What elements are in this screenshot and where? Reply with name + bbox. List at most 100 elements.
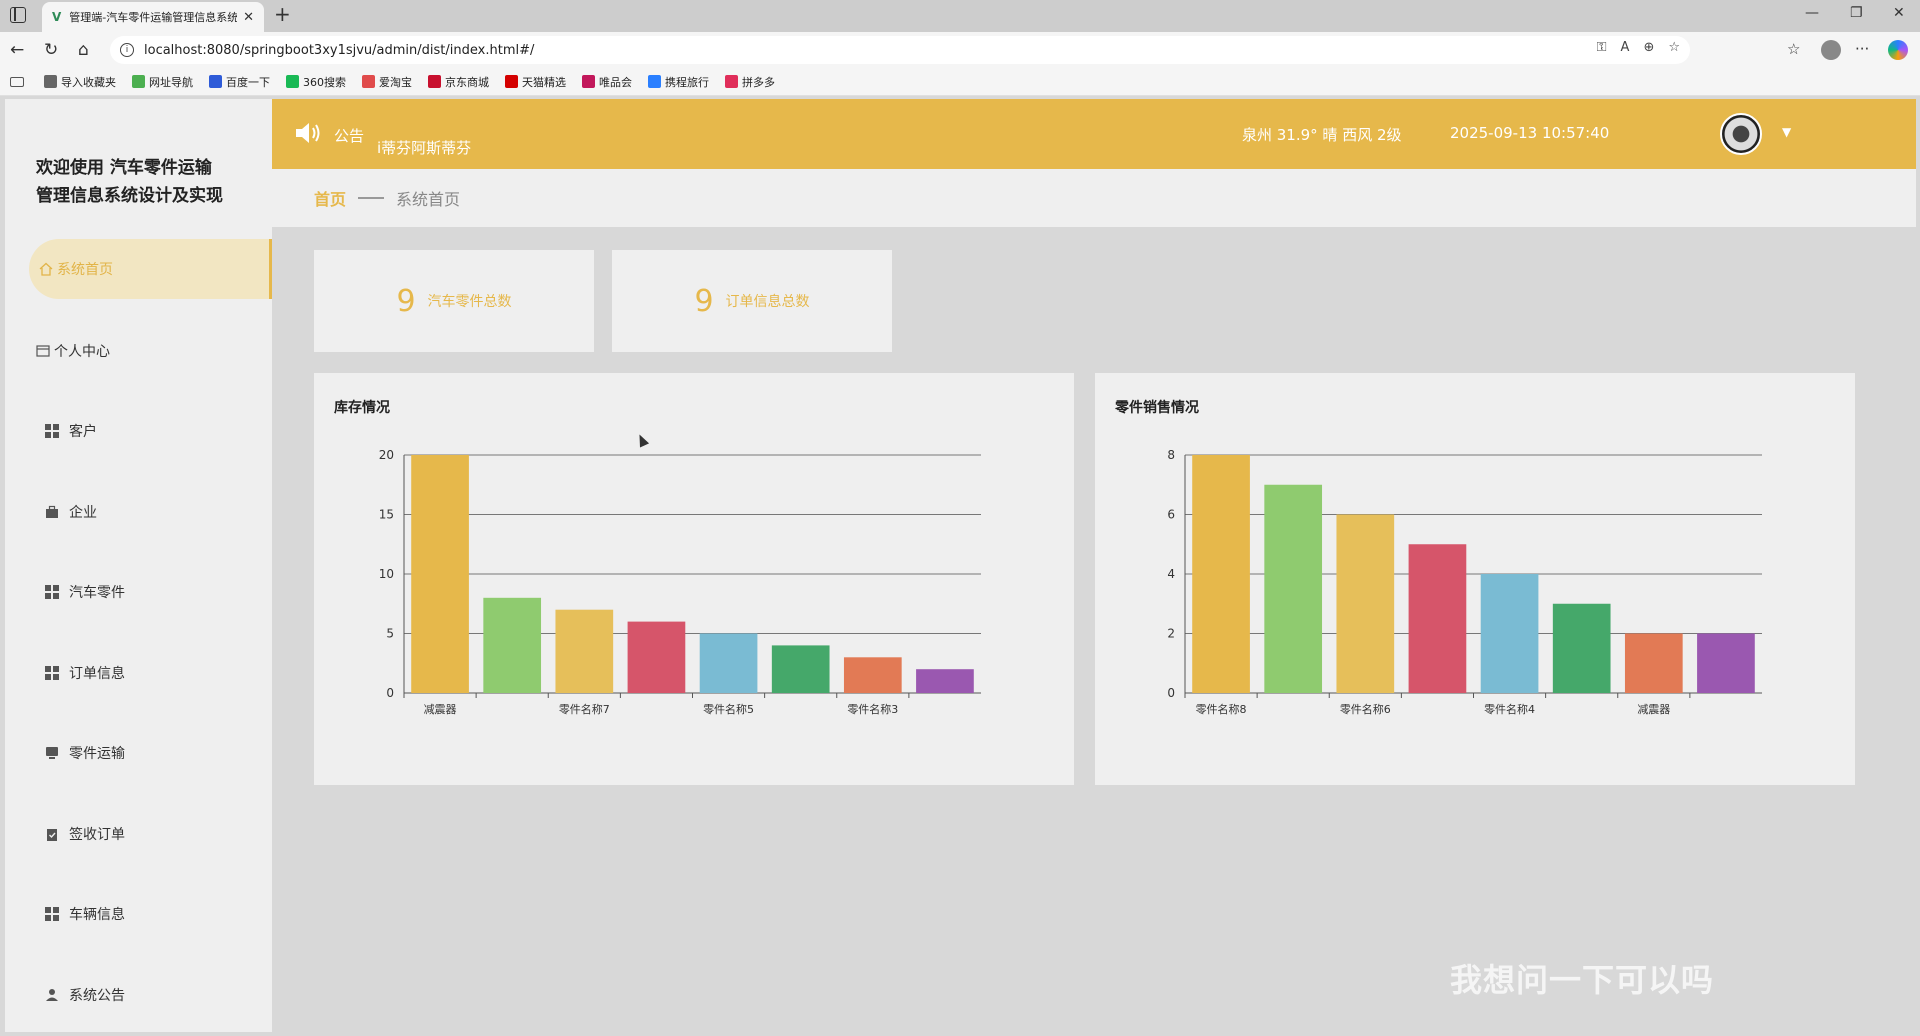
home-icon: [39, 262, 53, 276]
stat-label: 汽车零件总数: [427, 294, 512, 310]
x-tick-label: 零件名称3: [847, 702, 898, 716]
tab-actions-icon[interactable]: [10, 7, 26, 23]
bookmark-icon: [362, 75, 375, 88]
reload-icon[interactable]: ↻: [44, 40, 58, 60]
favorite-star-icon[interactable]: ☆: [1668, 40, 1680, 55]
sidebar-item-auto-parts[interactable]: 汽车零件: [5, 562, 272, 622]
browser-tab-bar: V 管理端-汽车零件运输管理信息系统 ✕ + — ❐ ✕: [0, 0, 1920, 32]
minimize-icon[interactable]: —: [1805, 5, 1819, 21]
bookmark-item[interactable]: 导入收藏夹: [44, 74, 116, 90]
bar[interactable]: [1624, 633, 1683, 694]
video-watermark: 我想问一下可以吗: [1450, 961, 1715, 999]
new-tab-icon[interactable]: +: [274, 2, 291, 26]
sidebar-item-label: 个人中心: [54, 344, 110, 360]
bar[interactable]: [1264, 484, 1323, 693]
sidebar-item-customer[interactable]: 客户: [5, 401, 272, 461]
avatar[interactable]: [1720, 113, 1762, 155]
x-tick-label: 减震器: [1637, 703, 1670, 716]
restore-icon[interactable]: ❐: [1850, 5, 1863, 21]
bar[interactable]: [1336, 514, 1395, 694]
current-datetime: 2025-09-13 10:57:40: [1450, 124, 1610, 142]
bookmark-item[interactable]: 京东商城: [428, 74, 489, 90]
bar[interactable]: [843, 657, 902, 693]
bookmark-icon: [209, 75, 222, 88]
sidebar-item-label: 车辆信息: [69, 907, 125, 923]
browser-profile-icon[interactable]: [1821, 40, 1841, 60]
x-tick-label: 零件名称8: [1196, 702, 1247, 716]
grid-icon: [45, 585, 59, 599]
bookmark-icon: [286, 75, 299, 88]
site-info-icon[interactable]: i: [120, 43, 134, 57]
notice-marquee: i蒂芬阿斯蒂芬: [377, 139, 472, 157]
bar[interactable]: [627, 621, 686, 693]
sidebar-item-label: 客户: [69, 424, 97, 440]
notice-label: 公告: [334, 127, 365, 145]
bar[interactable]: [483, 597, 542, 693]
bar[interactable]: [1192, 455, 1250, 693]
sidebar-item-vehicles[interactable]: 车辆信息: [5, 884, 272, 944]
bookmark-item[interactable]: 携程旅行: [648, 74, 709, 90]
window-close-icon[interactable]: ✕: [1893, 5, 1905, 21]
bookmarks-toggle-icon[interactable]: [10, 76, 24, 87]
bookmark-icon: [428, 75, 441, 88]
key-icon[interactable]: ⚿: [1597, 40, 1607, 55]
y-tick-label: 6: [1167, 508, 1175, 522]
bookmark-item[interactable]: 百度一下: [209, 74, 270, 90]
bookmark-item[interactable]: 天猫精选: [505, 74, 566, 90]
bookmark-label: 拼多多: [742, 75, 775, 89]
grid-icon: [45, 666, 59, 680]
sidebar-item-label: 零件运输: [69, 746, 125, 762]
bar[interactable]: [1697, 633, 1755, 694]
tab-close-icon[interactable]: ✕: [243, 10, 254, 25]
sidebar-item-enterprise[interactable]: 企业: [5, 482, 272, 542]
breadcrumb-home[interactable]: 首页: [314, 186, 346, 210]
bar[interactable]: [699, 633, 758, 694]
chevron-down-icon[interactable]: ▼: [1782, 125, 1791, 139]
bar[interactable]: [1480, 574, 1539, 693]
y-tick-label: 0: [1167, 686, 1175, 700]
sales-bar-chart: 0 2 4 6 8 零件名称8 零件名称6 零件名称4 减震器: [1167, 448, 1762, 716]
sidebar-item-label: 系统公告: [69, 988, 125, 1004]
sidebar-item-announcements[interactable]: 系统公告: [5, 965, 272, 1025]
more-icon[interactable]: ···: [1855, 40, 1869, 58]
bar[interactable]: [771, 645, 830, 693]
bookmark-label: 360搜索: [303, 75, 346, 89]
favorites-icon[interactable]: ☆: [1787, 40, 1800, 58]
sidebar-item-orders[interactable]: 订单信息: [5, 643, 272, 703]
stat-label: 订单信息总数: [725, 294, 810, 310]
home-icon[interactable]: ⌂: [78, 40, 89, 60]
sidebar: 欢迎使用 汽车零件运输 管理信息系统设计及实现 系统首页 个人中心 客户 企业 …: [5, 99, 272, 1032]
grid-icon: [45, 907, 59, 921]
bar[interactable]: [1552, 603, 1611, 693]
copilot-icon[interactable]: [1888, 40, 1908, 60]
sidebar-item-home[interactable]: 系统首页: [29, 239, 272, 299]
bar[interactable]: [916, 669, 974, 693]
x-tick-label: 零件名称6: [1340, 702, 1391, 716]
bookmark-label: 携程旅行: [665, 75, 709, 89]
read-aloud-icon[interactable]: A: [1621, 40, 1630, 55]
bookmark-icon: [132, 75, 145, 88]
bookmark-item[interactable]: 唯品会: [582, 74, 632, 90]
bar[interactable]: [555, 609, 614, 693]
bookmark-item[interactable]: 360搜索: [286, 74, 346, 90]
bookmark-item[interactable]: 拼多多: [725, 74, 775, 90]
sidebar-item-parts-transport[interactable]: 零件运输: [5, 723, 272, 783]
bookmark-label: 京东商城: [445, 75, 489, 89]
bar[interactable]: [411, 455, 469, 693]
y-tick-label: 15: [379, 508, 394, 522]
bookmark-label: 百度一下: [226, 75, 270, 89]
address-bar: ← ↻ ⌂ i localhost:8080/springboot3xy1sjv…: [0, 32, 1920, 68]
back-icon[interactable]: ←: [10, 40, 24, 60]
bar[interactable]: [1408, 544, 1467, 693]
monitor-icon: [46, 747, 58, 759]
bookmark-label: 爱淘宝: [379, 75, 412, 89]
bookmark-item[interactable]: 网址导航: [132, 74, 193, 90]
y-tick-label: 20: [379, 448, 394, 462]
browser-tab[interactable]: V 管理端-汽车零件运输管理信息系统 ✕: [42, 2, 264, 32]
bookmark-item[interactable]: 爱淘宝: [362, 74, 412, 90]
url-field[interactable]: i localhost:8080/springboot3xy1sjvu/admi…: [110, 36, 1690, 64]
y-tick-label: 5: [386, 627, 394, 641]
zoom-icon[interactable]: ⊕: [1643, 40, 1654, 55]
sidebar-item-profile[interactable]: 个人中心: [5, 321, 272, 381]
sidebar-item-signed-orders[interactable]: 签收订单: [5, 804, 272, 864]
